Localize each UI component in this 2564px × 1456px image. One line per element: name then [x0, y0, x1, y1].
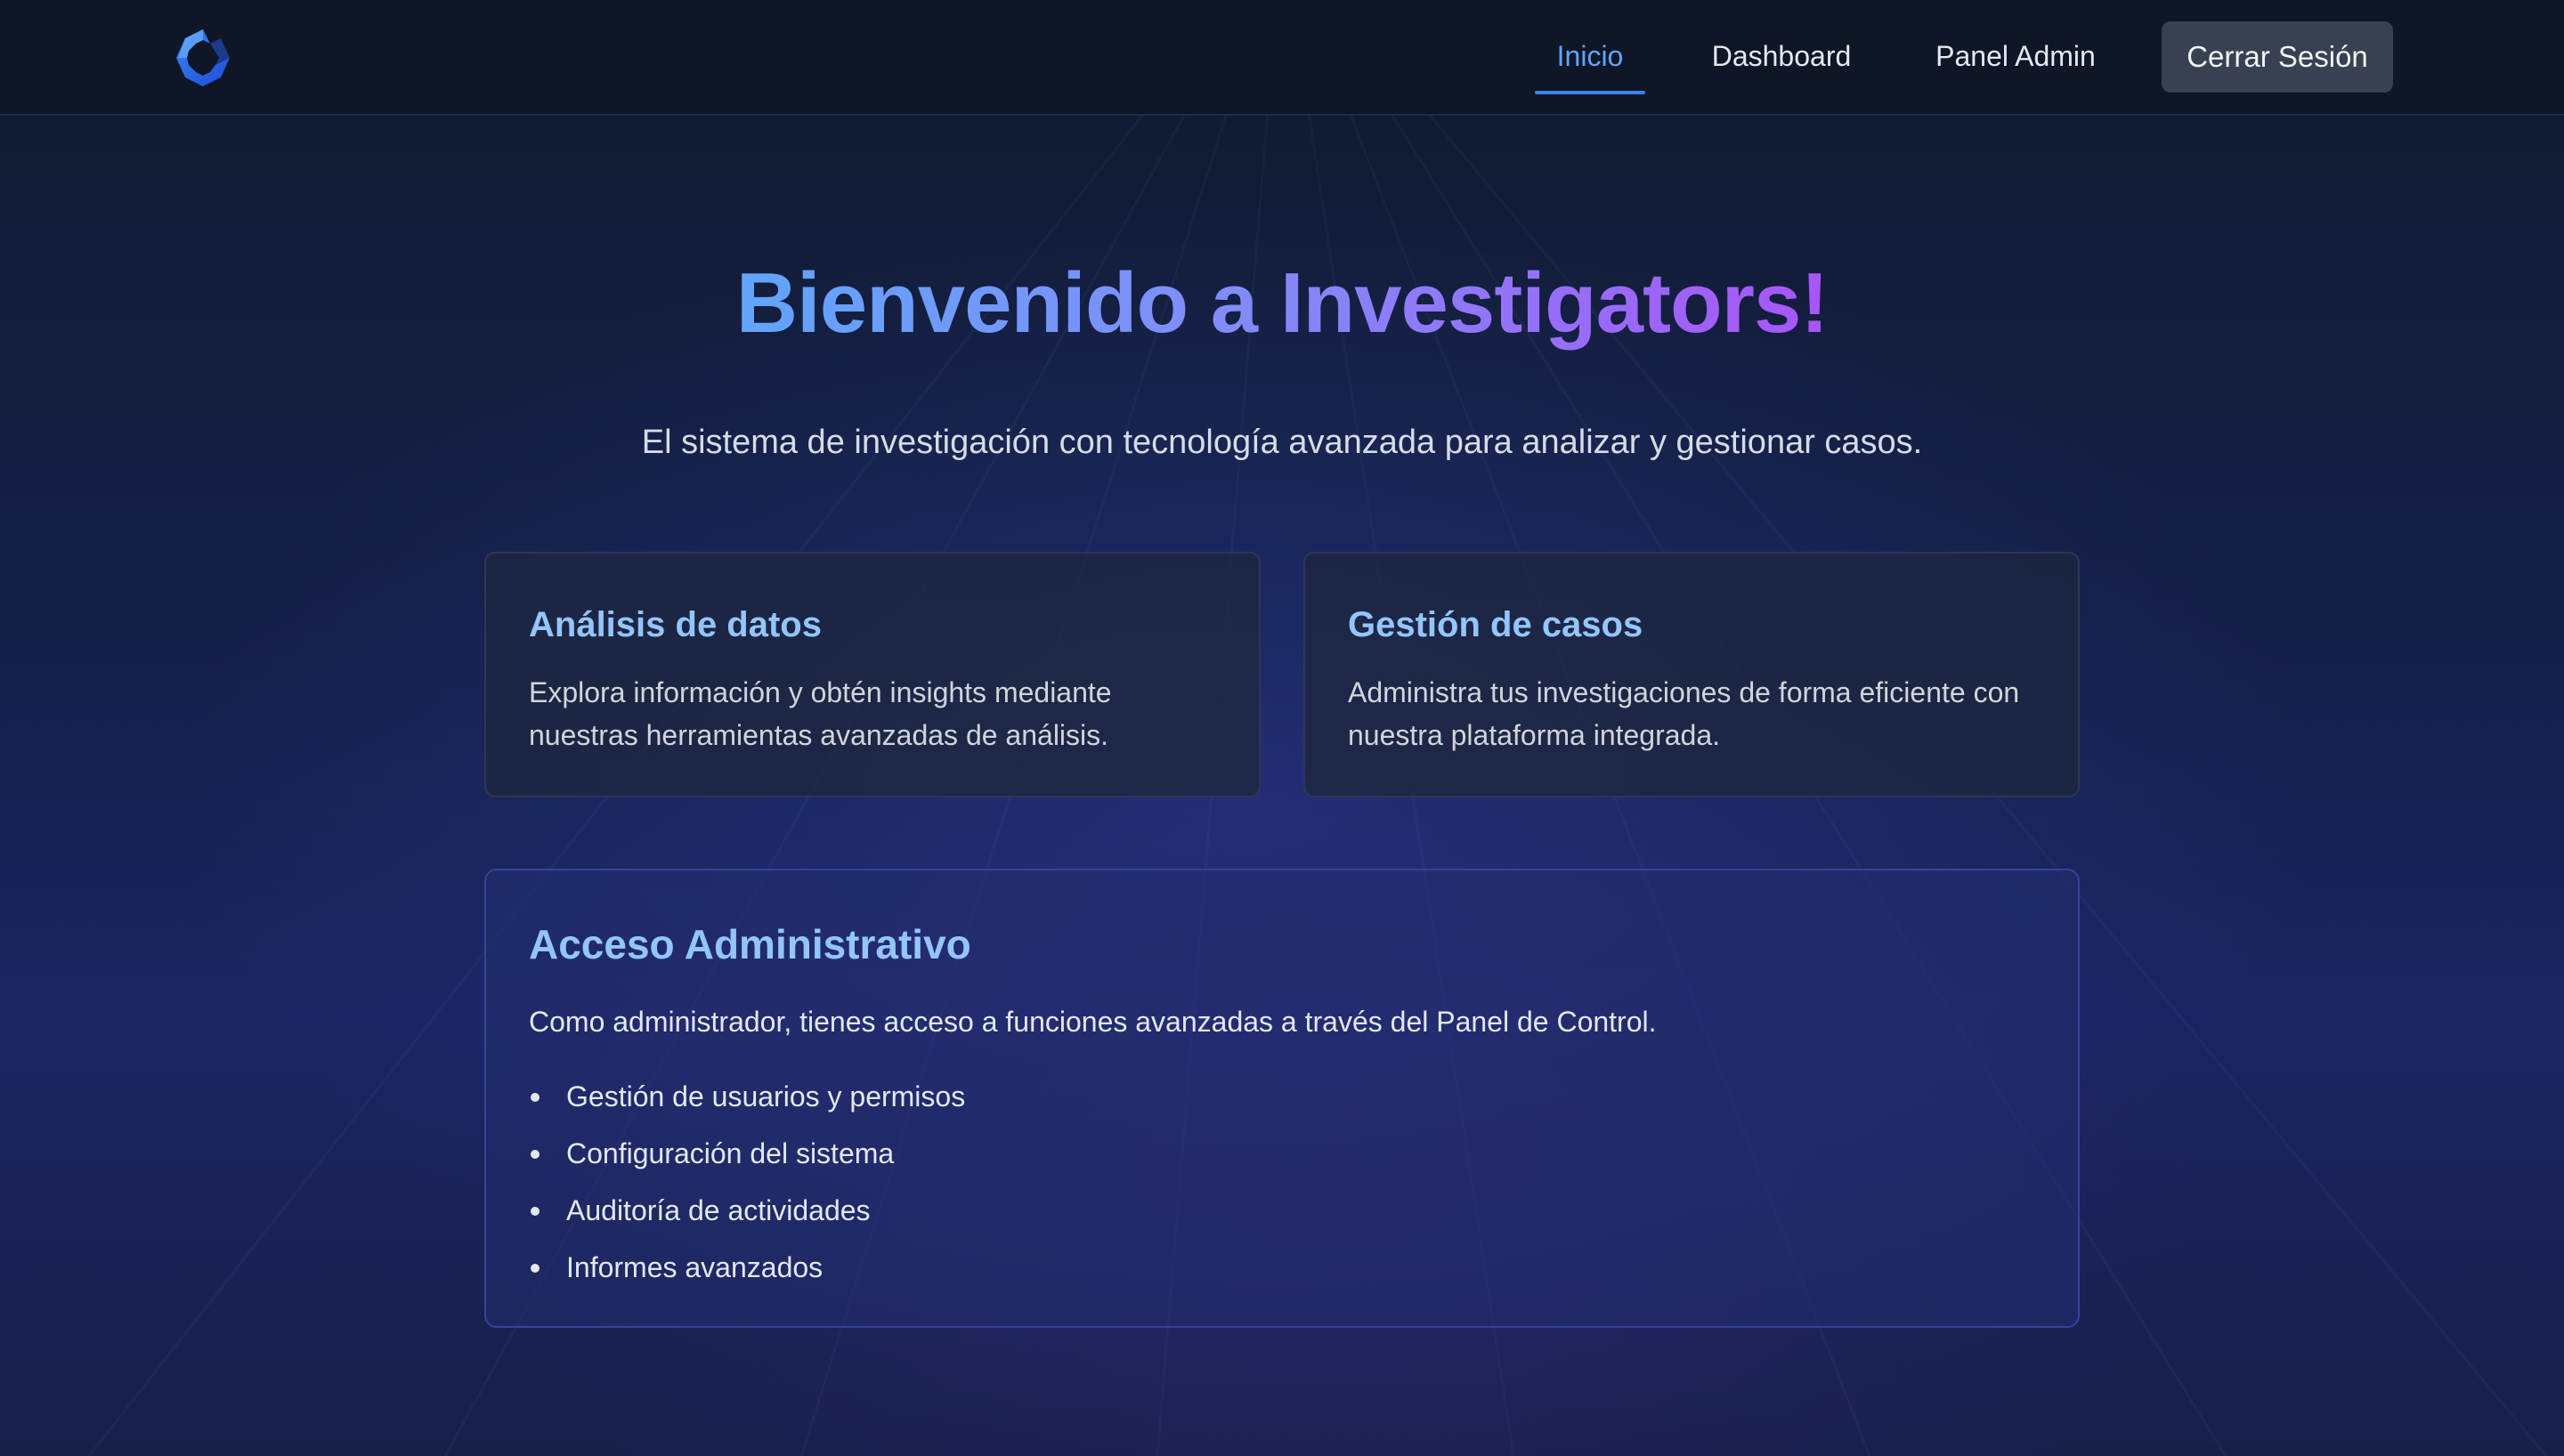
list-item: Auditoría de actividades	[529, 1182, 965, 1239]
nav-link-inicio[interactable]: Inicio	[1535, 0, 1645, 94]
admin-feature-list: Gestión de usuarios y permisos Configura…	[529, 1068, 965, 1296]
feature-card-data-analysis: Análisis de datos Explora información y …	[484, 552, 1261, 797]
admin-access-card: Acceso Administrativo Como administrador…	[484, 869, 2080, 1328]
feature-card-title: Análisis de datos	[529, 605, 822, 644]
admin-card-description: Como administrador, tienes acceso a func…	[529, 1006, 1657, 1038]
feature-card-text: Explora información y obtén insights med…	[529, 676, 1112, 751]
logout-button[interactable]: Cerrar Sesión	[2162, 21, 2393, 93]
list-item-label: Informes avanzados	[566, 1251, 824, 1283]
list-item: Configuración del sistema	[529, 1125, 965, 1182]
page-title-text: Bienvenido a Investigators!	[735, 255, 1830, 351]
admin-card-title: Acceso Administrativo	[529, 921, 971, 967]
top-navbar: Inicio Dashboard Panel Admin Cerrar Sesi…	[0, 0, 2564, 116]
bullet-icon	[531, 1093, 540, 1102]
nav-link-label: Panel Admin	[1935, 40, 2096, 72]
nav-link-label: Inicio	[1556, 40, 1624, 72]
page-title: Bienvenido a Investigators!	[0, 255, 2564, 352]
nav-link-label: Dashboard	[1711, 40, 1852, 72]
bullet-icon	[531, 1207, 540, 1216]
list-item-label: Configuración del sistema	[566, 1137, 895, 1169]
nav-link-panel-admin[interactable]: Panel Admin	[1927, 0, 2105, 94]
app-logo-icon[interactable]	[169, 24, 237, 92]
active-tab-indicator	[1535, 91, 1645, 94]
page-subtitle: El sistema de investigación con tecnolog…	[641, 424, 1923, 461]
nav-link-dashboard[interactable]: Dashboard	[1702, 0, 1861, 94]
list-item: Informes avanzados	[529, 1239, 965, 1296]
feature-card-text: Administra tus investigaciones de forma …	[1348, 676, 2020, 751]
list-item: Gestión de usuarios y permisos	[529, 1068, 965, 1125]
feature-card-title: Gestión de casos	[1348, 605, 1643, 644]
list-item-label: Auditoría de actividades	[566, 1194, 871, 1226]
feature-card-case-management: Gestión de casos Administra tus investig…	[1303, 552, 2080, 797]
bullet-icon	[531, 1150, 540, 1159]
list-item-label: Gestión de usuarios y permisos	[566, 1080, 966, 1112]
bullet-icon	[531, 1264, 540, 1273]
